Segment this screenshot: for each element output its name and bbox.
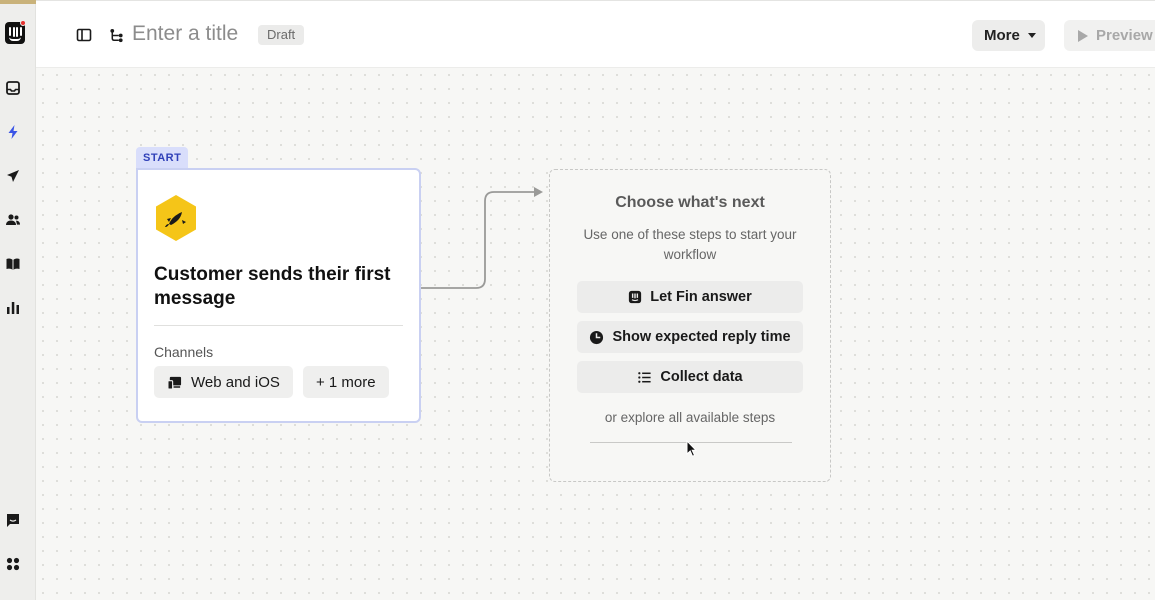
toggle-sidebar-icon[interactable]	[74, 25, 94, 45]
let-fin-answer-button[interactable]: Let Fin answer	[577, 281, 803, 313]
fin-icon	[629, 290, 642, 304]
reports-icon[interactable]	[5, 300, 21, 316]
more-button[interactable]: More	[972, 20, 1045, 51]
workflow-header: Enter a title Draft More Preview	[36, 0, 1155, 68]
start-tag: START	[136, 147, 189, 169]
send-icon[interactable]	[5, 168, 21, 184]
card-divider	[154, 325, 403, 326]
book-icon[interactable]	[5, 256, 21, 272]
status-badge: Draft	[258, 25, 305, 45]
collect-data-button[interactable]: Collect data	[577, 361, 803, 393]
apps-icon[interactable]	[5, 556, 21, 572]
inbox-icon[interactable]	[5, 80, 21, 96]
workflow-title-input[interactable]: Enter a title	[132, 22, 238, 46]
play-icon	[1078, 29, 1088, 42]
more-button-label: More	[984, 27, 1020, 44]
preview-button[interactable]: Preview	[1064, 20, 1155, 51]
caret-down-icon	[1027, 33, 1036, 38]
channel-chip-label: Web and iOS	[191, 373, 280, 391]
lightning-icon[interactable]	[5, 124, 21, 140]
show-expected-reply-time-label: Show expected reply time	[612, 329, 791, 345]
explore-all-steps-link[interactable]: or explore all available steps	[550, 410, 830, 425]
mouse-cursor-icon	[686, 440, 698, 457]
workflow-branch-icon[interactable]	[106, 25, 126, 45]
choose-next-panel: Choose what's next Use one of these step…	[549, 169, 831, 482]
rail-top-strip	[0, 0, 36, 4]
rocket-icon	[156, 195, 196, 241]
channel-chip-more[interactable]: + 1 more	[303, 366, 389, 398]
devices-icon	[167, 376, 182, 390]
list-icon	[638, 371, 651, 383]
messenger-icon[interactable]	[5, 512, 21, 528]
channels-label: Channels	[154, 344, 214, 360]
channel-chip-web-ios[interactable]: Web and iOS	[154, 366, 293, 398]
contacts-icon[interactable]	[5, 212, 21, 228]
show-expected-reply-time-button[interactable]: Show expected reply time	[577, 321, 803, 353]
left-nav-rail	[0, 0, 36, 600]
trigger-card[interactable]: Customer sends their first message Chann…	[136, 168, 421, 423]
preview-button-label: Preview	[1096, 27, 1153, 44]
trigger-title: Customer sends their first message	[154, 264, 391, 309]
choose-next-subtitle: Use one of these steps to start your wor…	[583, 227, 797, 262]
clock-icon	[590, 330, 604, 344]
notification-dot	[20, 20, 26, 26]
channel-chip-more-label: + 1 more	[316, 373, 376, 391]
let-fin-answer-label: Let Fin answer	[650, 289, 752, 305]
choose-next-title: Choose what's next	[615, 194, 765, 211]
collect-data-label: Collect data	[660, 369, 743, 385]
